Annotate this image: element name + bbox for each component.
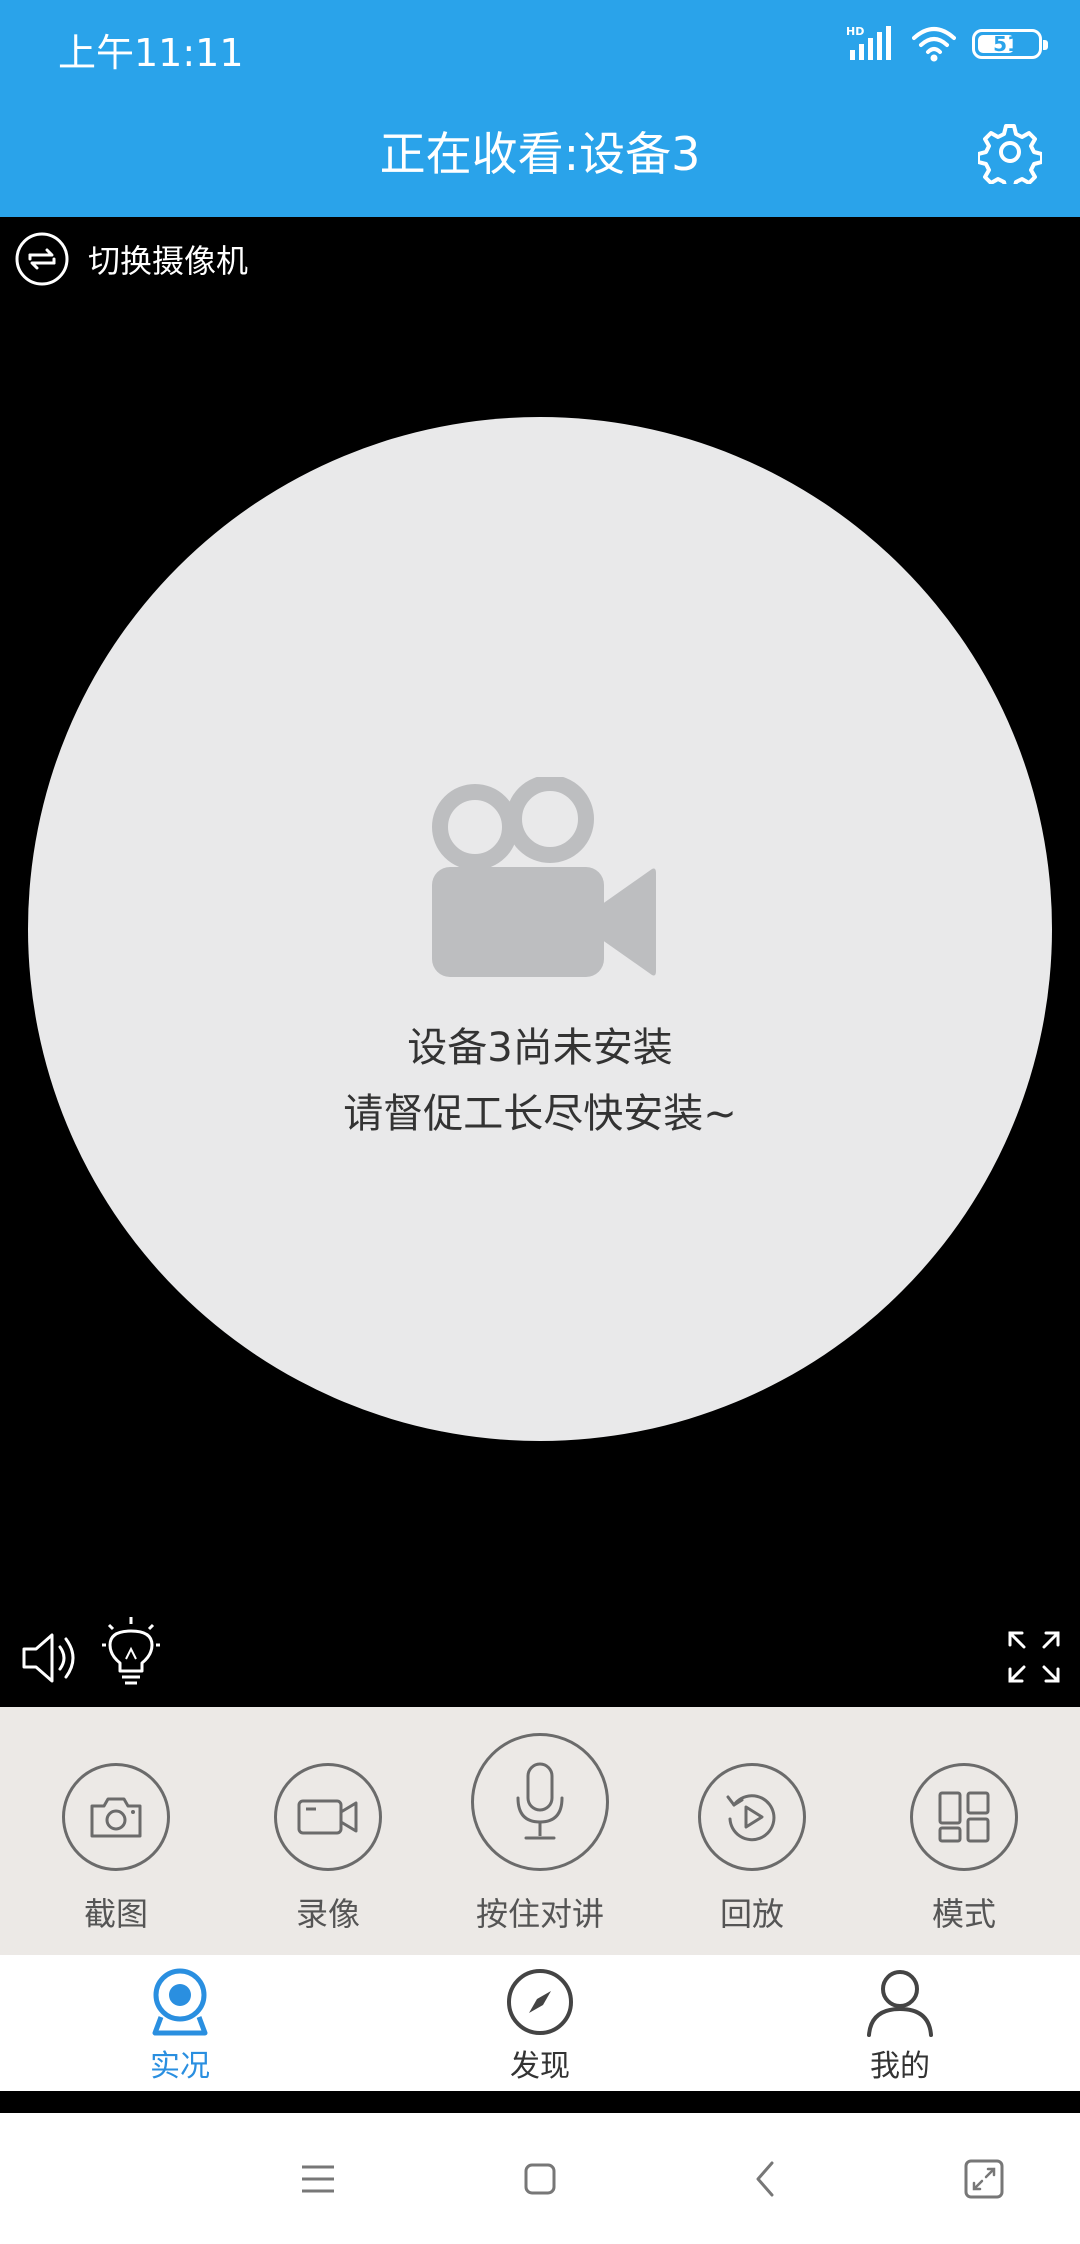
replay-icon [726, 1794, 776, 1842]
status-bar: 上午11:11 HD 51 [0, 0, 1080, 90]
svg-text:HD: HD [846, 25, 864, 38]
replay-button[interactable]: 回放 [652, 1763, 852, 1935]
home-icon [524, 2163, 556, 2195]
microphone-icon [516, 1762, 564, 1840]
screenshot-button-circle[interactable] [62, 1763, 170, 1871]
menu-button[interactable] [288, 2149, 348, 2209]
switch-camera-icon [15, 232, 69, 286]
tab-discover[interactable]: 发现 [440, 1967, 640, 2085]
tab-mine-label: 我的 [870, 2049, 930, 2084]
volume-button[interactable] [18, 1627, 80, 1689]
mode-label: 模式 [931, 1895, 996, 1933]
tab-live-label: 实况 [150, 2049, 210, 2084]
back-icon [756, 2161, 774, 2197]
replay-label: 回放 [719, 1895, 784, 1933]
screenshot-label: 截图 [83, 1895, 148, 1933]
tab-mine[interactable]: 我的 [800, 1967, 1000, 2085]
push-to-talk-button[interactable]: 按住对讲 [440, 1733, 640, 1935]
divider-strip [0, 2091, 1080, 2113]
camera-placeholder: 设备3尚未安装 请督促工长尽快安装~ [28, 417, 1052, 1441]
install-reminder-message: 请督促工长尽快安装~ [343, 1091, 737, 1137]
recents-icon [964, 2159, 1004, 2199]
page-title: 正在收看:设备3 [379, 127, 701, 181]
grid-mode-icon [938, 1791, 990, 1843]
screenshot-button[interactable]: 截图 [16, 1763, 216, 1935]
mode-button[interactable]: 模式 [864, 1763, 1064, 1935]
gear-icon [976, 124, 1044, 192]
switch-camera-label: 切换摄像机 [88, 242, 249, 280]
person-icon [867, 1970, 933, 2037]
lightbulb-icon [102, 1617, 160, 1685]
video-record-icon [297, 1799, 358, 1835]
control-panel: 截图 录像 按住对讲 回放 模式 [0, 1707, 1080, 1955]
video-viewport[interactable]: 切换摄像机 设备3尚未安装 请督促工长尽快安装~ [0, 217, 1080, 1707]
webcam-icon [152, 1968, 208, 2036]
record-button-circle[interactable] [274, 1763, 382, 1871]
bottom-navigation: 实况 发现 我的 [0, 1955, 1080, 2091]
home-button[interactable] [510, 2149, 570, 2209]
tab-live[interactable]: 实况 [80, 1967, 280, 2085]
status-icons: HD 51 [846, 22, 1048, 66]
not-installed-message: 设备3尚未安装 [407, 1025, 673, 1071]
camera-icon [90, 1797, 142, 1838]
app-header: 正在收看:设备3 [0, 90, 1080, 217]
record-button[interactable]: 录像 [228, 1763, 428, 1935]
fullscreen-icon [1008, 1631, 1060, 1683]
video-camera-icon [432, 777, 656, 977]
battery-level-text: 51 [993, 32, 1021, 56]
compass-icon [507, 1969, 573, 2035]
push-to-talk-button-circle[interactable] [471, 1733, 609, 1871]
light-button[interactable] [100, 1617, 162, 1689]
back-button[interactable] [736, 2149, 796, 2209]
system-navigation-bar [0, 2113, 1080, 2244]
status-time: 上午11:11 [58, 31, 244, 75]
record-label: 录像 [295, 1895, 360, 1933]
mode-button-circle[interactable] [910, 1763, 1018, 1871]
signal-icon: HD [846, 25, 891, 60]
push-to-talk-label: 按住对讲 [475, 1895, 604, 1933]
fullscreen-button[interactable] [1006, 1629, 1062, 1685]
replay-button-circle[interactable] [698, 1763, 806, 1871]
switch-camera-button[interactable]: 切换摄像机 [14, 231, 248, 287]
speaker-icon [22, 1633, 75, 1683]
tab-discover-label: 发现 [510, 2049, 570, 2084]
wifi-icon [912, 27, 956, 62]
battery-icon: 51 [972, 29, 1048, 59]
menu-icon [302, 2165, 334, 2193]
settings-button[interactable] [976, 120, 1044, 192]
recents-button[interactable] [954, 2149, 1014, 2209]
